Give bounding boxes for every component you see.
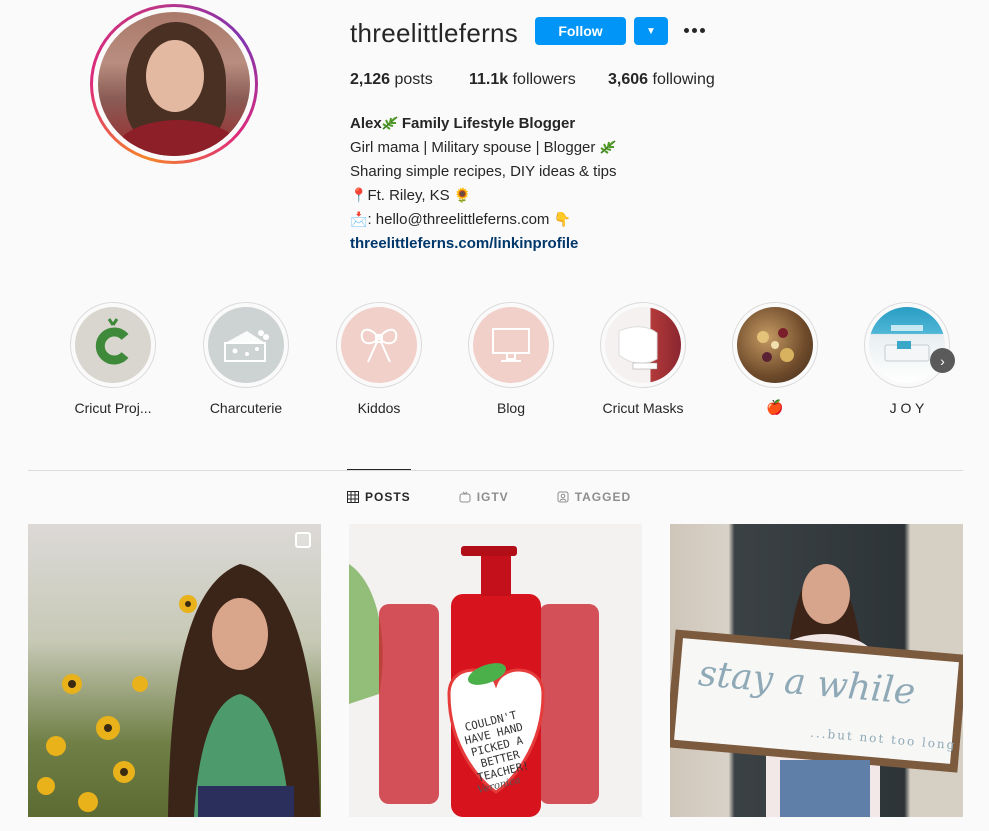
bio-line-3: 📍Ft. Riley, KS 🌻 (350, 187, 472, 204)
tab-posts[interactable]: POSTS (347, 469, 411, 522)
multiple-photos-icon (295, 532, 311, 548)
bio-name: Alex Family Lifestyle Blogger (350, 115, 576, 132)
sunflower-field-photo (37, 564, 320, 817)
story-highlights: Cricut Proj... Charcuterie Kiddos Blog C… (60, 302, 960, 422)
cricut-c-logo-icon (75, 307, 151, 383)
profile-username: threelittleferns (350, 18, 519, 48)
cheese-icon (208, 307, 284, 383)
profile-tabs: POSTS IGTV TAGGED (347, 469, 679, 523)
highlights-next-arrow-icon[interactable]: › (930, 348, 955, 373)
igtv-icon (459, 491, 471, 502)
posts-count-stat: 2,126 posts (350, 71, 433, 88)
more-options-icon[interactable] (682, 18, 706, 42)
computer-icon (473, 307, 549, 383)
highlight-blog[interactable]: Blog (456, 302, 566, 416)
avatar (98, 12, 250, 156)
follow-button[interactable]: Follow (535, 17, 626, 45)
bow-icon (341, 307, 417, 383)
profile-stats: 2,126 posts 11.1k followers 3,606 follow… (350, 71, 715, 89)
charcuterie-board-photo (737, 307, 813, 383)
highlight-charcuterie[interactable]: Charcuterie (191, 302, 301, 416)
cricut-machine-photo (869, 307, 945, 383)
post-thumbnail-1[interactable] (28, 524, 321, 817)
bio-line-1: Girl mama | Military spouse | Blogger (350, 136, 617, 160)
pin-icon: 📍 (350, 188, 368, 204)
pointing-down-icon: 👇 (553, 212, 572, 228)
tab-tagged[interactable]: TAGGED (557, 470, 631, 523)
highlight-kiddos[interactable]: Kiddos (324, 302, 434, 416)
profile-bio: Alex Family Lifestyle Blogger Girl mama … (350, 112, 617, 256)
followers-link[interactable]: 11.1k followers (469, 71, 608, 89)
highlight-apple[interactable]: 🍎 (720, 302, 830, 416)
post-thumbnail-2[interactable]: COULDN'T HAVE HAND PICKED A BETTER TEACH… (349, 524, 642, 817)
bio-website-link[interactable]: threelittleferns.com/linkinprofile (350, 232, 617, 256)
sunflower-icon: 🌻 (453, 188, 472, 204)
post-thumbnail-3[interactable]: stay a while ...but not too long (670, 524, 963, 817)
profile-avatar-ring[interactable] (90, 4, 258, 164)
avatar-gap (93, 7, 255, 161)
highlight-cricut-masks[interactable]: Cricut Masks (588, 302, 698, 416)
bio-line-4: 📩: hello@threelittleferns.com 👇 (350, 211, 572, 228)
grid-icon (347, 490, 359, 503)
envelope-icon: 📩 (350, 212, 368, 228)
chevron-down-icon: ▼ (646, 25, 656, 37)
fern-leaf-icon (599, 140, 616, 154)
tagged-icon (557, 491, 569, 502)
bio-line-2: Sharing simple recipes, DIY ideas & tips (350, 163, 617, 180)
tab-igtv[interactable]: IGTV (459, 470, 509, 523)
following-link[interactable]: 3,606 following (608, 71, 715, 89)
fern-leaf-icon (382, 116, 398, 130)
mask-photo (605, 307, 681, 383)
suggested-dropdown-button[interactable]: ▼ (634, 17, 668, 45)
highlight-cricut-projects[interactable]: Cricut Proj... (58, 302, 168, 416)
